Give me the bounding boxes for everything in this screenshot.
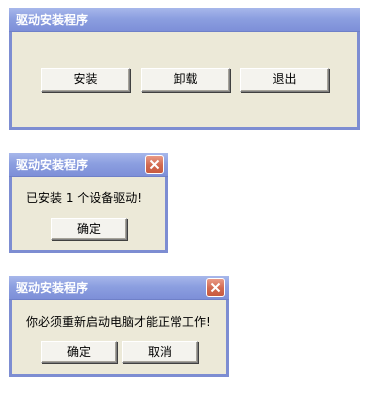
uninstall-button[interactable]: 卸载 — [141, 68, 230, 92]
title-bar[interactable]: 驱动安装程序 — [9, 8, 360, 32]
close-icon — [149, 159, 160, 170]
ok-button[interactable]: 确定 — [51, 218, 127, 240]
window-title: 驱动安装程序 — [16, 158, 89, 172]
close-button[interactable] — [145, 155, 164, 174]
close-icon — [210, 282, 221, 293]
installer-main-window: 驱动安装程序 安装 卸载 退出 — [9, 8, 360, 130]
window-title: 驱动安装程序 — [16, 13, 89, 27]
installed-message-window: 驱动安装程序 已安装 1 个设备驱动! 确定 — [9, 153, 168, 253]
title-bar[interactable]: 驱动安装程序 — [9, 153, 168, 177]
screen: 驱动安装程序 安装 卸载 退出 驱动安装程序 已安装 1 个设备驱动! 确定 驱… — [0, 0, 379, 396]
restart-required-window: 驱动安装程序 你必须重新启动电脑才能正常工作! 确定 取消 — [9, 276, 229, 377]
exit-button[interactable]: 退出 — [240, 68, 329, 92]
title-bar[interactable]: 驱动安装程序 — [9, 276, 229, 300]
install-button[interactable]: 安装 — [41, 68, 130, 92]
close-button[interactable] — [206, 278, 225, 297]
message-text: 你必须重新启动电脑才能正常工作! — [26, 315, 211, 329]
ok-button[interactable]: 确定 — [41, 341, 117, 363]
cancel-button[interactable]: 取消 — [122, 341, 198, 363]
window-title: 驱动安装程序 — [16, 281, 89, 295]
message-text: 已安装 1 个设备驱动! — [26, 191, 143, 205]
